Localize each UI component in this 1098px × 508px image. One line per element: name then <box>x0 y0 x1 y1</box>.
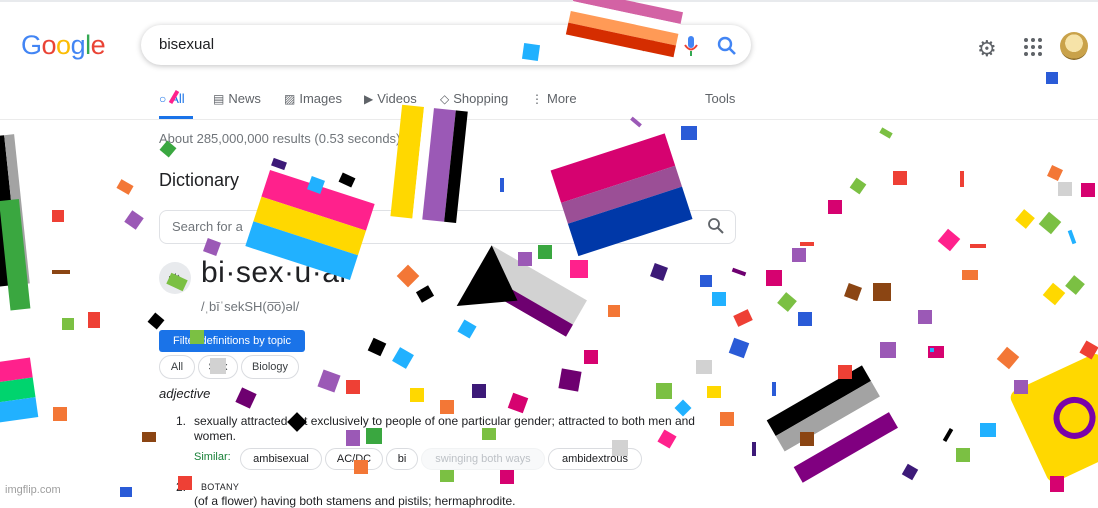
search-icon[interactable] <box>707 217 725 235</box>
search-icon: ○ <box>159 91 167 106</box>
filter-definitions-button[interactable]: Filter definitions by topic <box>159 330 305 352</box>
tab-label: Shopping <box>453 91 509 106</box>
search-divider <box>673 35 674 57</box>
part-of-speech: adjective <box>159 386 211 401</box>
similar-label: Similar: <box>194 451 231 463</box>
avatar[interactable] <box>1060 32 1088 60</box>
tab-videos[interactable]: ▶ Videos <box>364 91 417 106</box>
tab-all[interactable]: ○ All <box>159 91 185 106</box>
settings-gear-icon[interactable]: ⚙ <box>977 36 997 62</box>
search-icon[interactable] <box>716 35 738 57</box>
search-input[interactable]: bisexual <box>159 36 214 53</box>
vertical-flag-image <box>390 104 468 224</box>
tab-images[interactable]: ▨ Images <box>284 91 342 106</box>
synonym-chip[interactable]: AC/DC <box>325 448 383 470</box>
tools-label: Tools <box>705 91 736 106</box>
tab-label: News <box>228 91 261 106</box>
tabs-divider <box>0 119 1098 120</box>
definition-number: 1. <box>176 414 187 428</box>
topic-chip-sex[interactable]: Sex <box>198 355 238 379</box>
definition-text: sexually attracted not exclusively to pe… <box>194 414 695 443</box>
topic-chip-biology[interactable]: Biology <box>241 355 299 379</box>
intersex-flag-image <box>1010 354 1098 482</box>
headword: bi·sex·u·al <box>201 256 347 289</box>
top-border <box>0 0 1098 2</box>
speaker-icon <box>169 273 180 283</box>
demisexual-flag-image <box>456 245 587 361</box>
synonym-chip[interactable]: ambidextrous <box>548 448 642 470</box>
clear-icon[interactable]: ✕ <box>639 33 657 59</box>
logo-letter: o <box>56 30 71 60</box>
logo-letter: o <box>41 30 57 60</box>
tab-more[interactable]: ⋮ More <box>531 91 577 106</box>
logo-letter: e <box>90 30 106 60</box>
pronunciation-audio-button[interactable] <box>159 262 191 294</box>
tab-label: Images <box>299 91 342 106</box>
imgflip-watermark: imgflip.com <box>5 484 61 496</box>
definition-number: 2. <box>176 480 187 494</box>
tab-label: All <box>170 91 185 106</box>
synonym-chip[interactable]: ambisexual <box>240 448 322 470</box>
phonetic: /ˌbīˈsekSH(o͞o)əl/ <box>201 299 300 314</box>
search-box[interactable]: bisexual ✕ <box>141 25 751 65</box>
tab-label: More <box>547 91 577 106</box>
definition-topic-label: BOTANY <box>201 482 240 492</box>
apps-grid-icon[interactable] <box>1024 38 1042 56</box>
asexual-flag-image <box>766 365 898 483</box>
tag-icon: ◇ <box>440 91 450 106</box>
video-icon: ▶ <box>364 91 374 106</box>
dictionary-title: Dictionary <box>159 170 240 190</box>
tab-label: Videos <box>377 91 417 106</box>
tab-news[interactable]: ▤ News <box>213 91 261 106</box>
synonym-chip[interactable]: swinging both ways <box>421 448 545 470</box>
synonym-chip[interactable]: bi <box>386 448 418 470</box>
microphone-icon[interactable] <box>683 33 699 59</box>
image-icon: ▨ <box>284 91 296 106</box>
tab-shopping[interactable]: ◇ Shopping <box>440 91 508 106</box>
logo-letter: g <box>70 30 86 60</box>
definition-text: (of a flower) having both stamens and pi… <box>194 494 516 508</box>
more-vertical-icon: ⋮ <box>531 91 543 106</box>
result-stats: About 285,000,000 results (0.53 seconds) <box>159 131 401 146</box>
topic-chip-all[interactable]: All <box>159 355 195 379</box>
left-bottom-flag-image <box>0 357 39 423</box>
dictionary-search-field[interactable]: Search for a <box>159 210 736 244</box>
dictionary-search-placeholder: Search for a <box>172 219 243 234</box>
left-edge-flag-image <box>0 134 31 311</box>
google-logo[interactable]: Google <box>21 30 106 61</box>
tools-button[interactable]: Tools <box>705 91 735 106</box>
logo-letter: G <box>21 30 42 60</box>
news-icon: ▤ <box>213 91 225 106</box>
